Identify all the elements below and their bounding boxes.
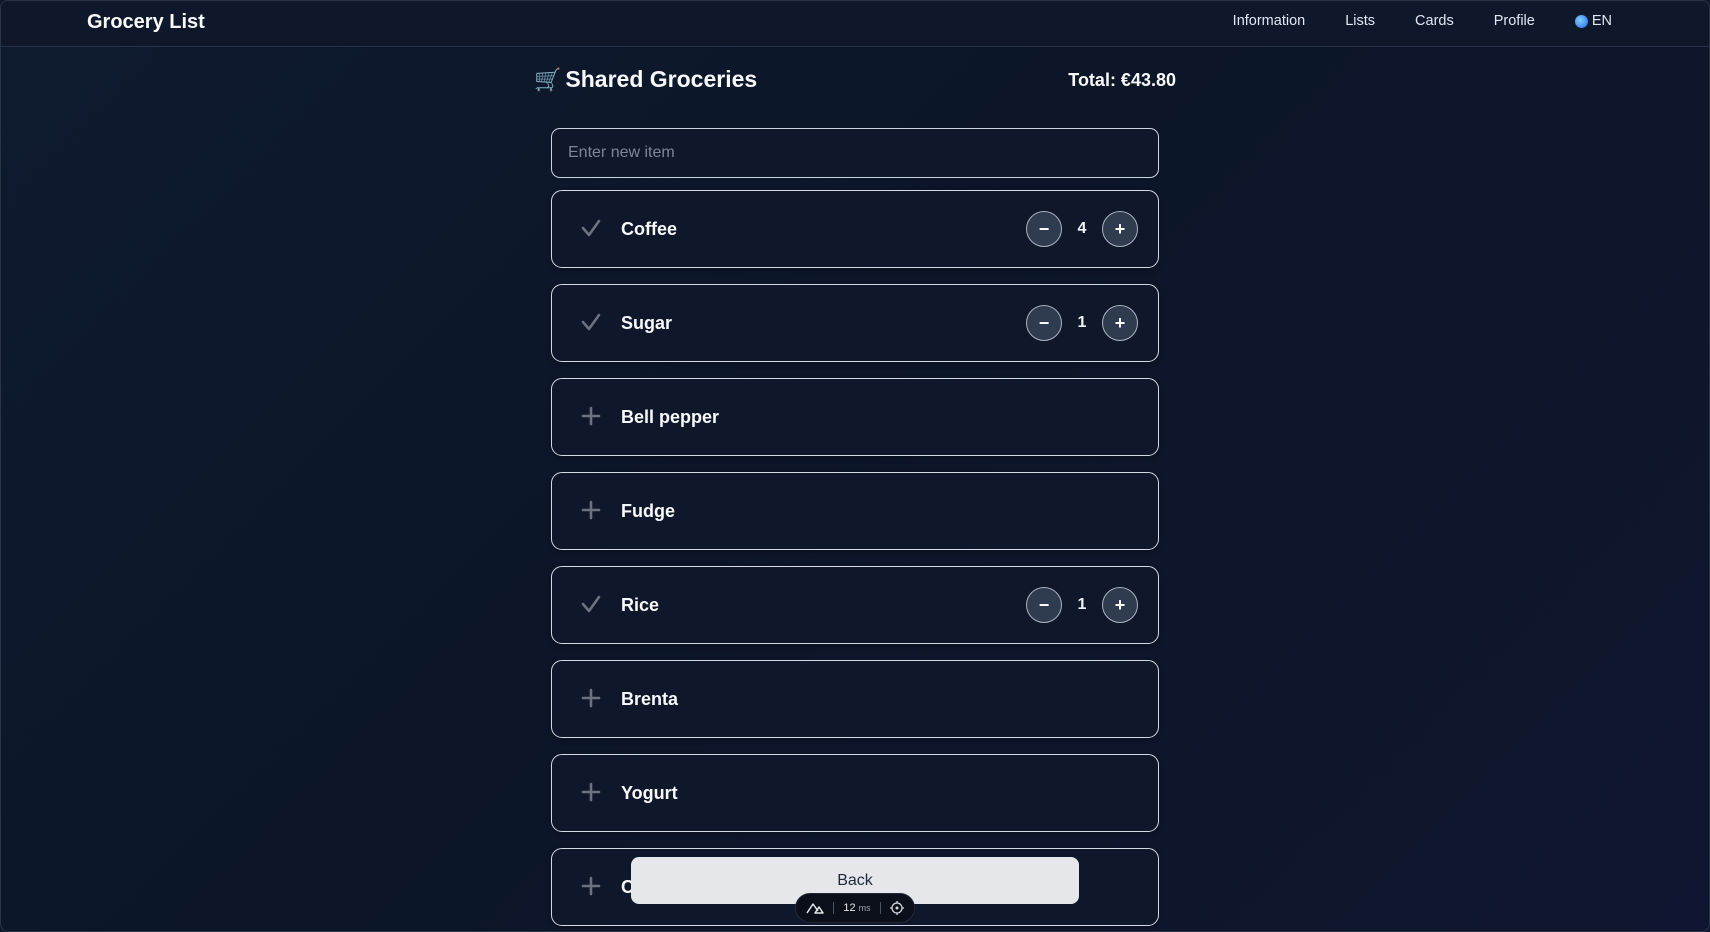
decrement-button[interactable]: − — [1026, 211, 1062, 247]
list-total: Total: €43.80 — [1068, 70, 1176, 90]
quantity-value: 1 — [1077, 314, 1087, 331]
increment-button[interactable]: + — [1102, 211, 1138, 247]
checkmark-icon[interactable] — [580, 593, 602, 615]
checkmark-icon[interactable] — [580, 311, 602, 333]
nav-link-lists[interactable]: Lists — [1345, 13, 1375, 29]
item-name: Coffee — [621, 219, 678, 239]
plus-icon[interactable] — [580, 875, 602, 897]
plus-icon[interactable] — [580, 781, 602, 803]
grocery-item-list: Coffee − 4 + Sugar − 1 + Bell pepper Fud… — [551, 190, 1159, 932]
checkmark-icon[interactable] — [580, 217, 602, 239]
toolbar-divider — [833, 902, 835, 914]
list-item[interactable]: Coffee − 4 + — [551, 190, 1159, 268]
list-title-text: Shared Groceries — [565, 66, 758, 92]
quantity-stepper: − 1 + — [1026, 305, 1138, 341]
nav-links: Information Lists Cards Profile EN — [1193, 13, 1612, 29]
nav-link-information[interactable]: Information — [1233, 13, 1306, 29]
render-timing: 12 ms — [843, 902, 871, 914]
shopping-cart-icon: 🛒 — [534, 66, 562, 92]
toolbar-divider — [879, 902, 881, 914]
dev-toolbar[interactable]: 12 ms — [795, 893, 915, 923]
quantity-value: 4 — [1077, 220, 1087, 237]
plus-icon[interactable] — [580, 405, 602, 427]
list-item[interactable]: Brenta — [551, 660, 1159, 738]
item-name: Brenta — [621, 689, 679, 709]
decrement-button[interactable]: − — [1026, 305, 1062, 341]
item-name: Fudge — [621, 501, 675, 521]
globe-icon — [1574, 14, 1588, 28]
language-selector[interactable]: EN — [1574, 13, 1612, 29]
brand-title[interactable]: Grocery List — [87, 11, 205, 34]
inspect-target-icon[interactable] — [890, 901, 904, 915]
decrement-button[interactable]: − — [1026, 587, 1062, 623]
list-item[interactable]: Fudge — [551, 472, 1159, 550]
top-navbar: Grocery List Information Lists Cards Pro… — [0, 0, 1710, 47]
language-label: EN — [1591, 13, 1612, 29]
quantity-value: 1 — [1077, 596, 1087, 613]
list-item[interactable]: Yogurt — [551, 754, 1159, 832]
nav-link-cards[interactable]: Cards — [1415, 13, 1454, 29]
plus-icon[interactable] — [580, 499, 602, 521]
item-name: Yogurt — [621, 783, 678, 803]
item-name: Bell pepper — [621, 407, 720, 427]
nuxt-logo-icon — [806, 903, 824, 914]
increment-button[interactable]: + — [1102, 305, 1138, 341]
quantity-stepper: − 4 + — [1026, 211, 1138, 247]
list-item[interactable]: Rice − 1 + — [551, 566, 1159, 644]
item-name: Rice — [621, 595, 660, 615]
list-item[interactable]: Bell pepper — [551, 378, 1159, 456]
list-header: 🛒 Shared Groceries Total: €43.80 — [534, 66, 1176, 96]
item-name: Sugar — [621, 313, 673, 333]
quantity-stepper: − 1 + — [1026, 587, 1138, 623]
page-title: 🛒 Shared Groceries — [534, 66, 757, 93]
increment-button[interactable]: + — [1102, 587, 1138, 623]
plus-icon[interactable] — [580, 687, 602, 709]
new-item-input[interactable] — [551, 128, 1159, 178]
nav-link-profile[interactable]: Profile — [1494, 13, 1535, 29]
list-item[interactable]: Sugar − 1 + — [551, 284, 1159, 362]
